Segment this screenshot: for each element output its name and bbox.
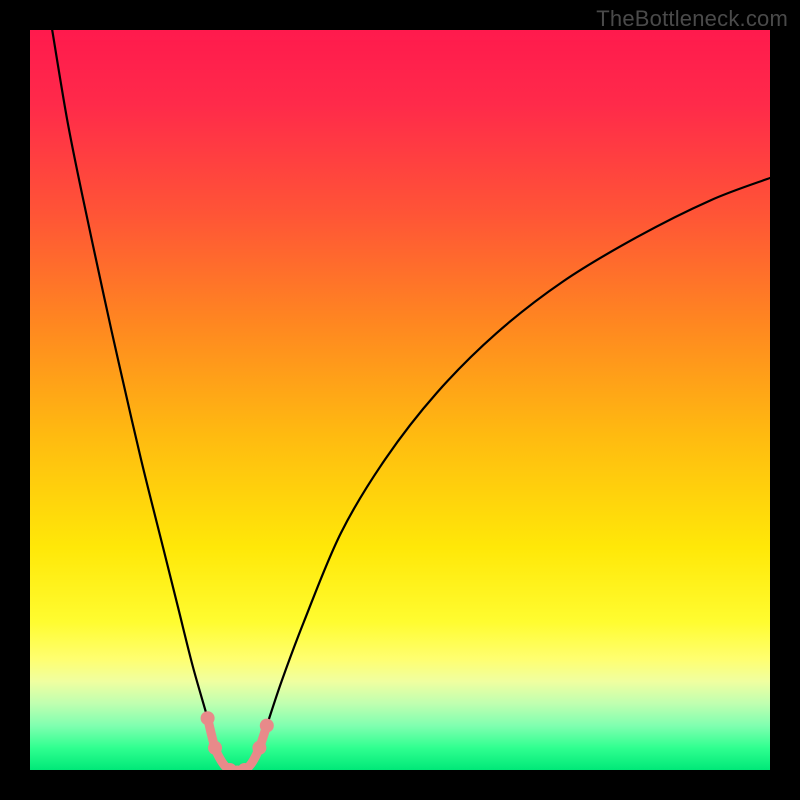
curve-left-branch [52,30,237,770]
curve-dot [260,719,274,733]
curve-dot [208,741,222,755]
chart-svg [30,30,770,770]
curve-right-branch [237,178,770,770]
curve-dot [201,711,215,725]
chart-frame [30,30,770,770]
curve-dot [252,741,266,755]
watermark-text: TheBottleneck.com [596,6,788,32]
